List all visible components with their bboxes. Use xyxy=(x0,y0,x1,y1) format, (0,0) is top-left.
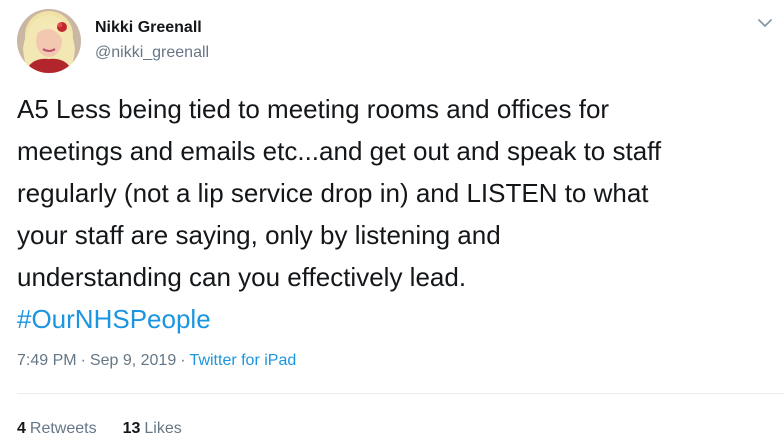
tweet-text-line: regularly (not a lip service drop in) an… xyxy=(17,178,649,208)
tweet-card: Nikki Greenall @nikki_greenall A5 Less b… xyxy=(0,0,784,446)
meta-separator: · xyxy=(80,352,86,369)
retweets-count: 4 xyxy=(17,420,26,437)
author-handle[interactable]: @nikki_greenall xyxy=(95,43,209,63)
profile-photo-icon xyxy=(17,9,81,73)
meta-separator: · xyxy=(180,352,186,369)
chevron-down-icon[interactable] xyxy=(756,16,774,30)
likes-label: Likes xyxy=(144,420,182,437)
tweet-metadata: 7:49 PM · Sep 9, 2019 · Twitter for iPad xyxy=(17,351,296,371)
likes-count: 13 xyxy=(122,420,141,437)
tweet-time[interactable]: 7:49 PM xyxy=(17,352,77,369)
tweet-text-line: meetings and emails etc...and get out an… xyxy=(17,136,662,166)
tweet-text: A5 Less being tied to meeting rooms and … xyxy=(17,88,777,340)
tweet-text-line: understanding can you effectively lead. xyxy=(17,262,467,292)
divider xyxy=(17,393,784,394)
retweets-stat[interactable]: 4 Retweets xyxy=(17,420,97,437)
tweet-stats: 4 Retweets 13 Likes xyxy=(17,419,182,439)
avatar[interactable] xyxy=(17,9,81,73)
tweet-text-line: your staff are saying, only by listening… xyxy=(17,220,501,250)
tweet-source-link[interactable]: Twitter for iPad xyxy=(190,352,297,369)
tweet-text-line: A5 Less being tied to meeting rooms and … xyxy=(17,94,610,124)
hashtag-link[interactable]: #OurNHSPeople xyxy=(17,298,777,340)
author-display-name[interactable]: Nikki Greenall xyxy=(95,18,202,38)
tweet-date[interactable]: Sep 9, 2019 xyxy=(90,352,176,369)
retweets-label: Retweets xyxy=(29,420,97,437)
likes-stat[interactable]: 13 Likes xyxy=(123,420,182,437)
